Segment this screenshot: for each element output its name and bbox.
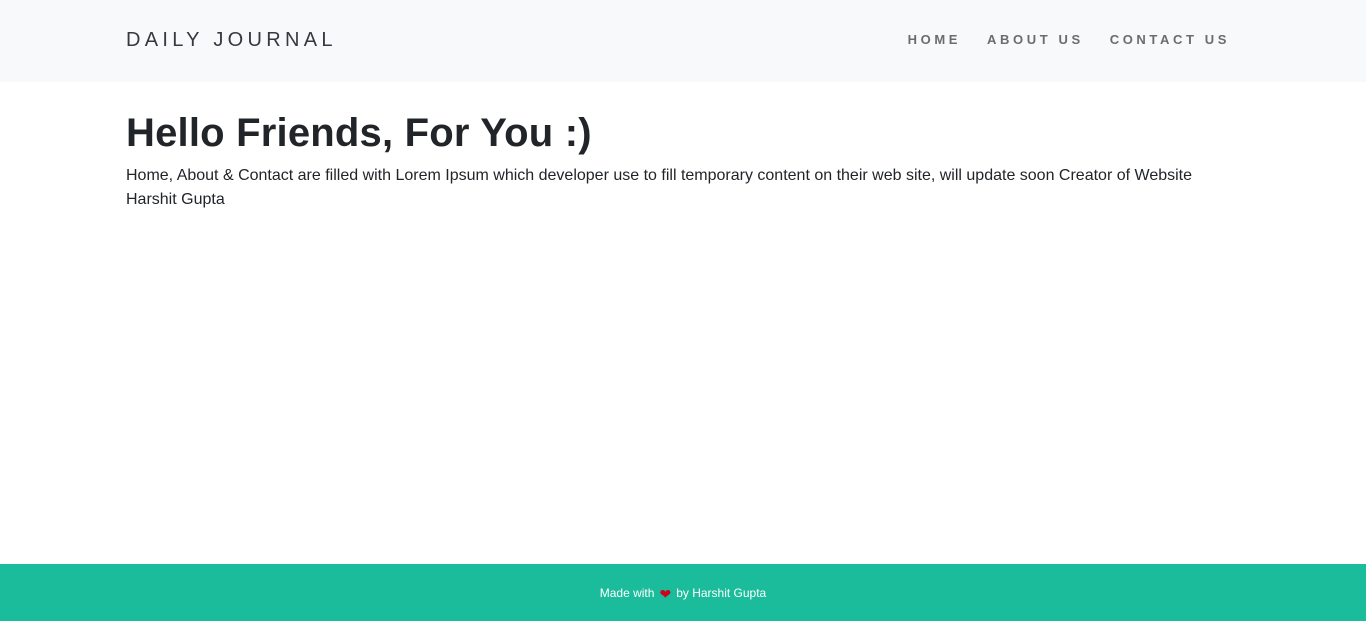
page-heading: Hello Friends, For You :) — [126, 111, 592, 155]
nav-item-about: ABOUT US — [987, 31, 1084, 49]
nav-item-contact: CONTACT US — [1110, 31, 1230, 49]
nav-link-about[interactable]: ABOUT US — [987, 32, 1084, 47]
footer-text-before: Made with — [599, 585, 655, 600]
footer-text-after: by Harshit Gupta — [676, 585, 767, 600]
nav-item-home: HOME — [908, 31, 961, 49]
brand-link[interactable]: DAILY JOURNAL — [126, 28, 337, 52]
footer: Made with ❤ by Harshit Gupta — [0, 564, 1366, 621]
intro-paragraph: Home, About & Contact are filled with Lo… — [126, 167, 1193, 208]
main-content: Hello Friends, For You :) Home, About & … — [126, 108, 1226, 212]
nav-menu: HOME ABOUT US CONTACT US — [908, 31, 1230, 49]
nav-link-home[interactable]: HOME — [908, 32, 961, 47]
navbar: DAILY JOURNAL HOME ABOUT US CONTACT US — [0, 0, 1366, 82]
heart-icon: ❤ — [659, 585, 672, 602]
nav-link-contact[interactable]: CONTACT US — [1110, 32, 1230, 47]
